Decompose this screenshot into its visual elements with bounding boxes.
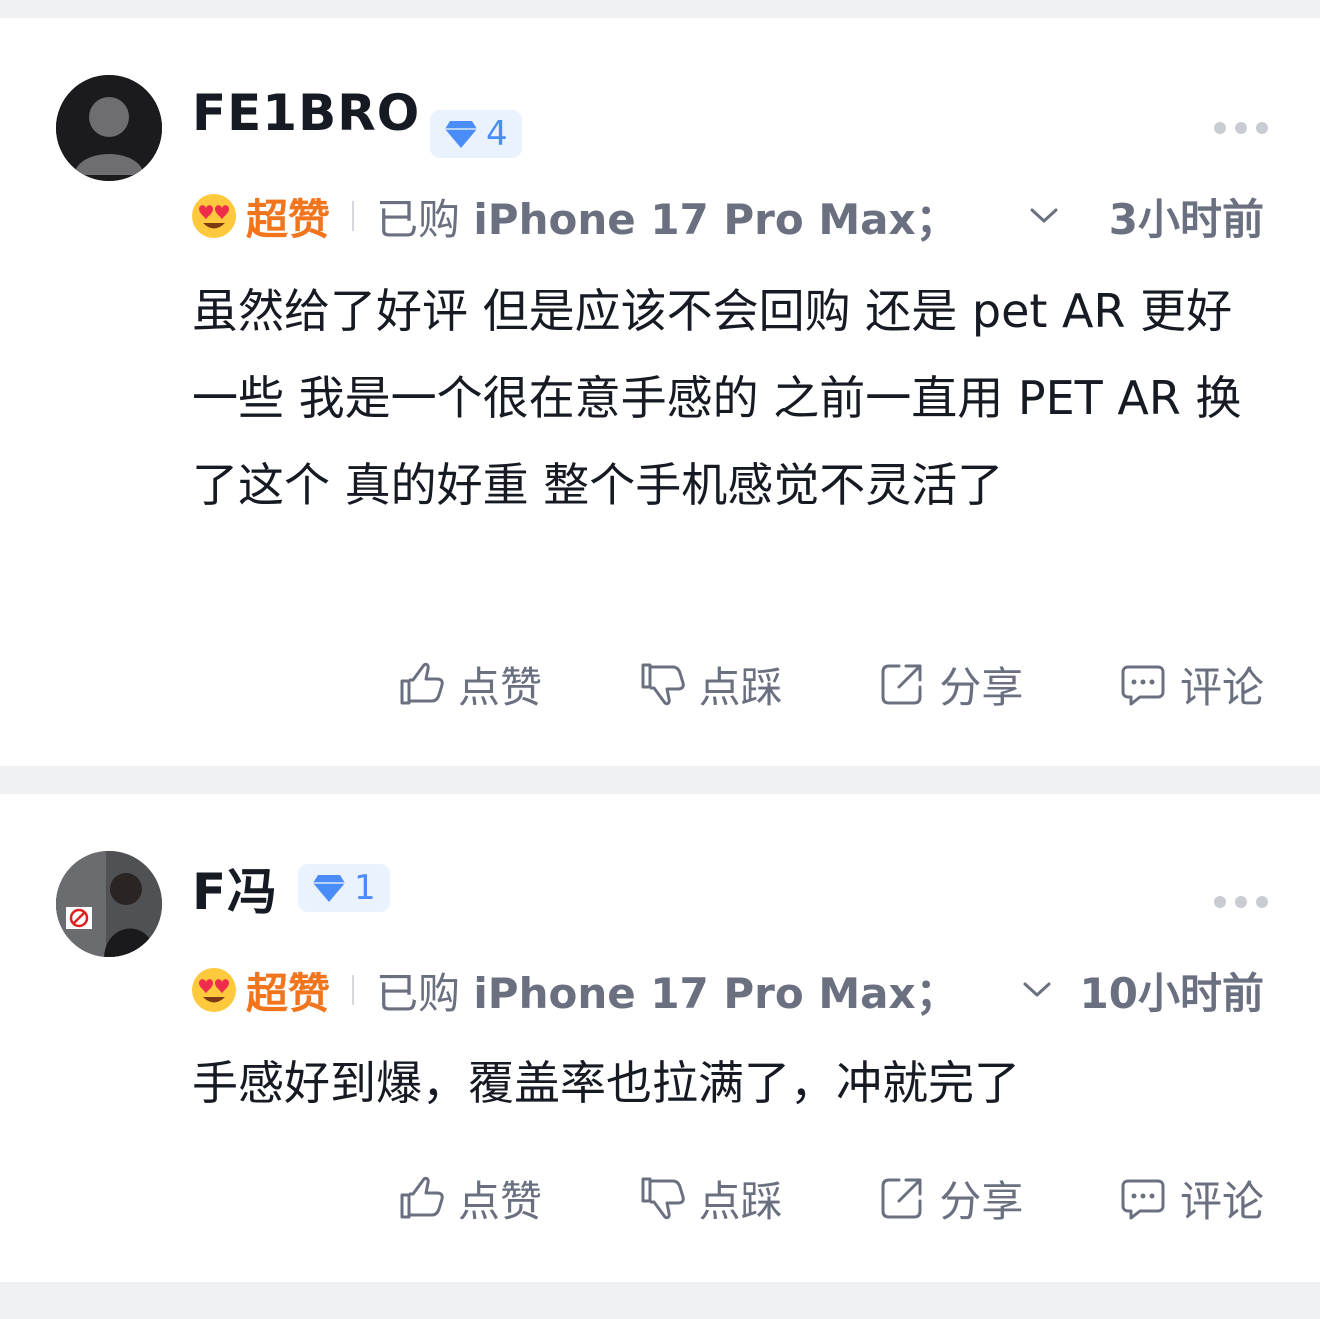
like-label: 点赞	[458, 1176, 543, 1226]
share-button[interactable]: 分享	[877, 654, 1023, 715]
heart-eyes-emoji-icon	[192, 194, 236, 238]
share-label: 分享	[939, 1176, 1024, 1226]
comment-icon	[1121, 1179, 1165, 1220]
avatar[interactable]	[56, 851, 162, 957]
rating-label: 超赞	[246, 968, 331, 1018]
action-bar: 点赞 点踩 分享 评论	[396, 1168, 1264, 1228]
level-number: 4	[486, 114, 508, 154]
comment-label: 评论	[1179, 1176, 1264, 1226]
more-icon[interactable]	[1214, 122, 1268, 134]
more-icon[interactable]	[1214, 896, 1268, 908]
avatar[interactable]	[56, 75, 162, 181]
level-badge: 4	[430, 110, 522, 158]
dislike-button[interactable]: 点踩	[637, 654, 783, 715]
like-button[interactable]: 点赞	[396, 654, 542, 715]
meta-row: 超赞 已购 iPhone 17 Pro Max； 3小时前	[190, 186, 1264, 246]
thumbs-down-icon	[641, 663, 685, 706]
username[interactable]: F冯	[192, 852, 278, 924]
separator	[0, 1282, 1320, 1310]
purchase-info: 已购 iPhone 17 Pro Max；	[376, 968, 958, 1018]
timestamp: 10小时前	[1079, 968, 1264, 1018]
level-badge: 1	[298, 864, 390, 912]
share-icon	[881, 1178, 922, 1219]
comment-card-1: FE1BRO 4 超赞 已购 iPhone 17 Pro Max； 3小时前 虽…	[0, 18, 1320, 766]
like-label: 点赞	[458, 662, 543, 712]
share-button[interactable]: 分享	[877, 1168, 1023, 1229]
like-button[interactable]: 点赞	[396, 1168, 542, 1229]
thumbs-up-icon	[400, 1176, 444, 1219]
comment-button[interactable]: 评论	[1118, 654, 1264, 715]
dislike-label: 点踩	[698, 1176, 783, 1226]
diamond-icon	[313, 875, 345, 902]
comment-card-2: F冯 1 超赞 已购 iPhone 17 Pro Max； 10小时前 手感好到…	[0, 794, 1320, 1282]
comment-label: 评论	[1179, 662, 1264, 712]
meta-row: 超赞 已购 iPhone 17 Pro Max； 10小时前	[190, 960, 1264, 1020]
chevron-down-icon[interactable]	[1029, 206, 1059, 226]
level-number: 1	[354, 868, 376, 908]
username[interactable]: FE1BRO	[192, 84, 420, 142]
comment-text: 虽然给了好评 但是应该不会回购 还是 pet AR 更好一些 我是一个很在意手感…	[192, 284, 1242, 512]
top-gap	[0, 0, 1320, 18]
action-bar: 点赞 点踩 分享 评论	[396, 654, 1264, 714]
timestamp: 3小时前	[1108, 194, 1264, 244]
comment-button[interactable]: 评论	[1118, 1168, 1264, 1229]
heart-eyes-emoji-icon	[192, 968, 236, 1012]
comment-icon	[1121, 665, 1165, 706]
share-label: 分享	[939, 662, 1024, 712]
diamond-icon	[445, 121, 477, 148]
chevron-down-icon[interactable]	[1022, 980, 1052, 1000]
thumbs-up-icon	[400, 662, 444, 705]
divider	[352, 201, 355, 231]
dislike-label: 点踩	[698, 662, 783, 712]
purchase-info: 已购 iPhone 17 Pro Max；	[376, 194, 958, 244]
divider	[352, 975, 355, 1005]
thumbs-down-icon	[641, 1177, 685, 1220]
comment-text: 手感好到爆，覆盖率也拉满了，冲就完了	[192, 1056, 1020, 1110]
separator	[0, 766, 1320, 794]
dislike-button[interactable]: 点踩	[637, 1168, 783, 1229]
share-icon	[881, 664, 922, 705]
rating-label: 超赞	[246, 194, 331, 244]
